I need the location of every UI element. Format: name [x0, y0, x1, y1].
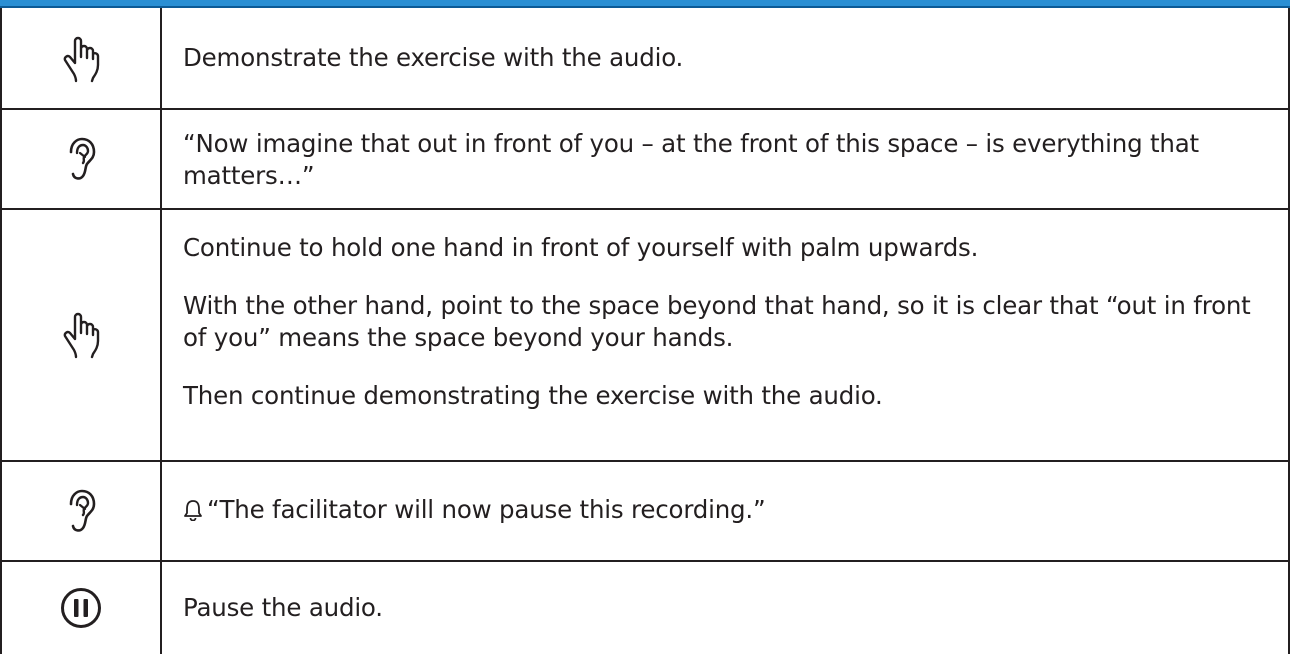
table-row: “Now imagine that out in front of you – …	[0, 110, 1290, 210]
instruction-paragraph: “Now imagine that out in front of you – …	[183, 129, 1199, 190]
icon-cell	[2, 210, 160, 460]
icon-cell	[2, 110, 160, 208]
instruction-paragraph: With the other hand, point to the space …	[183, 291, 1251, 352]
instruction-text: Demonstrate the exercise with the audio.	[183, 42, 1273, 74]
header-bar	[0, 0, 1290, 8]
pause-icon	[61, 588, 101, 628]
instruction-paragraph: Demonstrate the exercise with the audio.	[183, 43, 684, 72]
icon-cell	[2, 10, 160, 108]
table-row: Pause the audio.	[0, 562, 1290, 654]
instruction-paragraph: Pause the audio.	[183, 593, 383, 622]
pointing-hand-icon	[63, 312, 100, 359]
icon-cell	[2, 462, 160, 560]
table-row: Continue to hold one hand in front of yo…	[0, 210, 1290, 462]
instruction-text: “The facilitator will now pause this rec…	[183, 494, 1273, 526]
instruction-paragraph: Continue to hold one hand in front of yo…	[183, 233, 979, 262]
table-row: “The facilitator will now pause this rec…	[0, 462, 1290, 562]
instruction-paragraph: “The facilitator will now pause this rec…	[207, 495, 766, 524]
icon-cell	[2, 562, 160, 654]
instruction-paragraph: Then continue demonstrating the exercise…	[183, 381, 883, 410]
instruction-text: Pause the audio.	[183, 592, 1273, 624]
ear-icon	[69, 489, 96, 532]
pointing-hand-icon	[63, 36, 100, 83]
bell-icon	[184, 500, 202, 521]
instruction-text: Continue to hold one hand in front of yo…	[183, 232, 1273, 412]
instruction-text: “Now imagine that out in front of you – …	[183, 128, 1273, 192]
ear-icon	[69, 137, 96, 180]
table-row: Demonstrate the exercise with the audio.	[0, 10, 1290, 110]
